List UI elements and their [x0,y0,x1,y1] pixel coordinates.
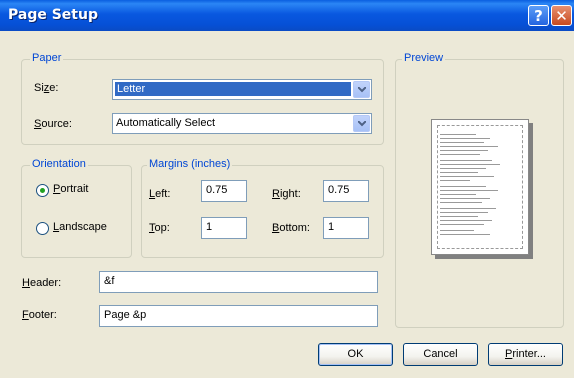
footer-label: Footer: [22,309,57,321]
bottom-margin-value: 1 [328,221,335,233]
header-value: &f [104,275,115,287]
size-select[interactable]: Letter [112,79,372,100]
title-bar: Page Setup ? ✕ [0,0,574,31]
window-title: Page Setup [8,7,98,23]
close-button[interactable]: ✕ [551,5,572,26]
landscape-radio[interactable] [36,222,49,235]
orientation-legend: Orientation [30,158,88,170]
preview-page-thumbnail [431,119,529,255]
right-margin-value: 0.75 [328,184,350,196]
close-icon: ✕ [555,7,568,25]
margins-legend: Margins (inches) [147,158,233,170]
paper-legend: Paper [30,52,64,64]
source-select[interactable]: Automatically Select [112,113,372,134]
ok-button[interactable]: OK [318,343,393,366]
orientation-group: Orientation [21,158,132,258]
top-margin-input[interactable]: 1 [201,217,247,239]
bottom-margin-label: Bottom: [272,222,310,234]
left-margin-value: 0.75 [206,184,228,196]
source-value: Automatically Select [116,117,216,129]
footer-value: Page &p [104,309,147,321]
right-margin-label: Right: [272,188,301,200]
help-icon: ? [534,7,543,25]
cancel-button[interactable]: Cancel [403,343,478,366]
header-input[interactable]: &f [99,271,378,293]
chevron-down-icon[interactable] [353,115,370,132]
right-margin-input[interactable]: 0.75 [323,180,369,202]
radio-selected-dot [40,188,45,193]
preview-legend: Preview [402,52,446,64]
chevron-down-icon[interactable] [353,81,370,98]
top-margin-label: Top: [149,222,170,234]
margins-group: Margins (inches) [141,158,384,258]
left-margin-label: Left: [149,188,171,200]
header-label: Header: [22,277,62,289]
help-button[interactable]: ? [528,5,549,26]
bottom-margin-input[interactable]: 1 [323,217,369,239]
footer-input[interactable]: Page &p [99,305,378,327]
landscape-label[interactable]: Landscape [53,221,107,233]
left-margin-input[interactable]: 0.75 [201,180,247,202]
top-margin-value: 1 [206,221,213,233]
page-setup-dialog: Page Setup ? ✕ Paper Size: Letter Source… [0,0,574,378]
source-label: Source: [34,118,72,130]
portrait-radio[interactable] [36,184,49,197]
portrait-label[interactable]: Portrait [53,183,88,195]
printer-button[interactable]: Printer... [488,343,563,366]
size-value: Letter [115,82,351,96]
size-label: Size: [34,82,59,94]
